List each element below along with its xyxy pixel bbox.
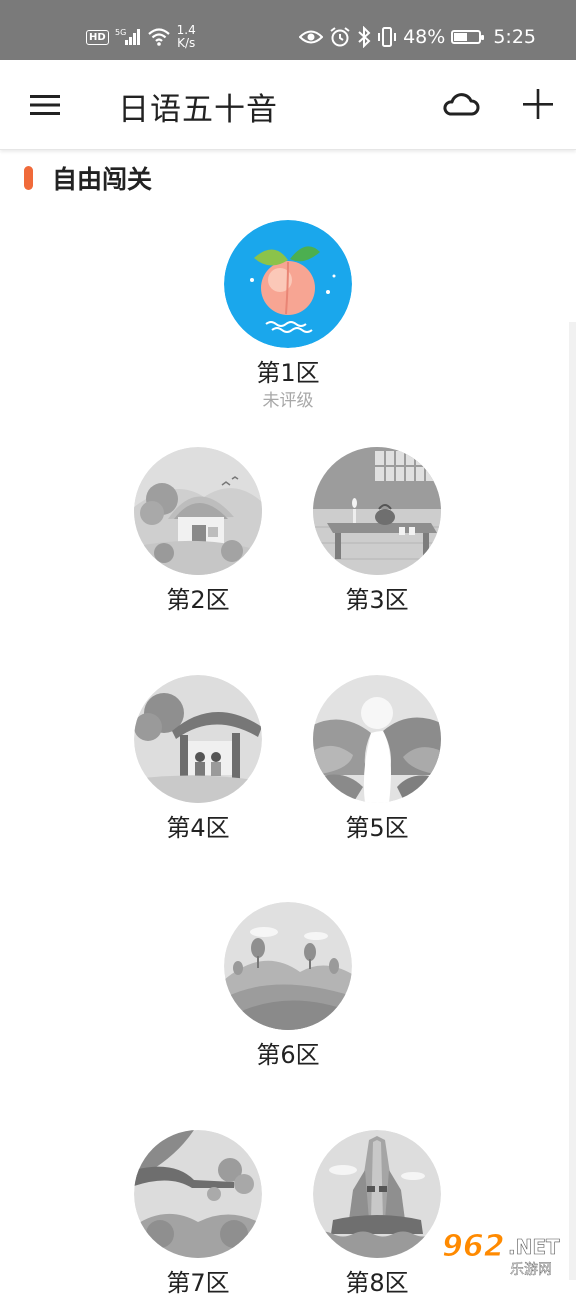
cloud-icon (443, 93, 480, 116)
level-4[interactable]: 第4区 (128, 675, 268, 845)
level-name: 第6区 (256, 1041, 320, 1069)
network-speed: 1.4 K/s (177, 24, 196, 50)
alarm-icon (330, 27, 350, 47)
cloud-sync-button[interactable] (440, 84, 482, 126)
level-7[interactable]: 第7区 (128, 1130, 268, 1300)
svg-text:962: 962 (442, 1229, 505, 1264)
site-watermark-logo: 962 .NET 乐游网 (436, 1226, 576, 1280)
network-speed-unit: K/s (177, 36, 196, 50)
svg-text:乐游网: 乐游网 (510, 1262, 552, 1278)
level-name: 第3区 (345, 586, 409, 614)
level-2[interactable]: 第2区 (128, 447, 268, 617)
tea-table-icon (313, 447, 441, 575)
level-1[interactable]: 第1区 未评级 (218, 220, 358, 412)
battery-icon (451, 30, 485, 44)
status-bar: HD 5G 1.4 K/s 48% 5:25 (0, 0, 576, 60)
svg-text:.NET: .NET (508, 1235, 560, 1259)
level-8[interactable]: 第8区 (307, 1130, 447, 1300)
hd-badge: HD (86, 29, 109, 45)
battery-fill (454, 33, 467, 41)
wifi-icon (147, 28, 170, 46)
level-name: 第7区 (166, 1269, 230, 1297)
battery-percent: 48% (403, 26, 446, 48)
castle-tower-icon (313, 1130, 441, 1258)
level-name: 第5区 (345, 814, 409, 842)
cellular-signal-icon: 5G (115, 28, 140, 45)
section-title: 自由闯关 (52, 165, 153, 194)
watermark-graphic: 962 .NET 乐游网 (442, 1229, 561, 1279)
rolling-hills-icon (224, 902, 352, 1030)
village-house-icon (134, 447, 262, 575)
level-name: 第8区 (345, 1269, 409, 1297)
level-6[interactable]: 第6区 (218, 902, 358, 1072)
mountain-river-icon (313, 675, 441, 803)
shrine-gate-icon (134, 675, 262, 803)
level-rating: 未评级 (262, 391, 314, 411)
page-title: 日语五十音 (118, 92, 278, 128)
menu-button[interactable] (22, 82, 68, 128)
plus-icon (523, 89, 553, 119)
section-header: 自由闯关 (24, 160, 152, 196)
level-name: 第1区 (256, 359, 320, 387)
clock: 5:25 (493, 26, 536, 48)
bluetooth-icon (358, 26, 371, 48)
scrollbar[interactable] (569, 322, 576, 1280)
vibrate-icon (378, 27, 397, 47)
level-name: 第2区 (166, 586, 230, 614)
tree-branch-icon (134, 1130, 262, 1258)
status-left: HD 5G 1.4 K/s (86, 22, 196, 52)
level-name: 第4区 (166, 814, 230, 842)
level-3[interactable]: 第3区 (307, 447, 447, 617)
menu-icon (30, 95, 60, 115)
level-5[interactable]: 第5区 (307, 675, 447, 845)
status-right: 48% 5:25 (299, 22, 536, 52)
peach-level-icon (224, 220, 352, 348)
svg-text:5G: 5G (115, 28, 126, 37)
add-button[interactable] (516, 82, 560, 126)
app-bar: 日语五十音 (0, 60, 576, 150)
section-accent-bar (24, 166, 33, 190)
eye-icon (299, 30, 324, 44)
